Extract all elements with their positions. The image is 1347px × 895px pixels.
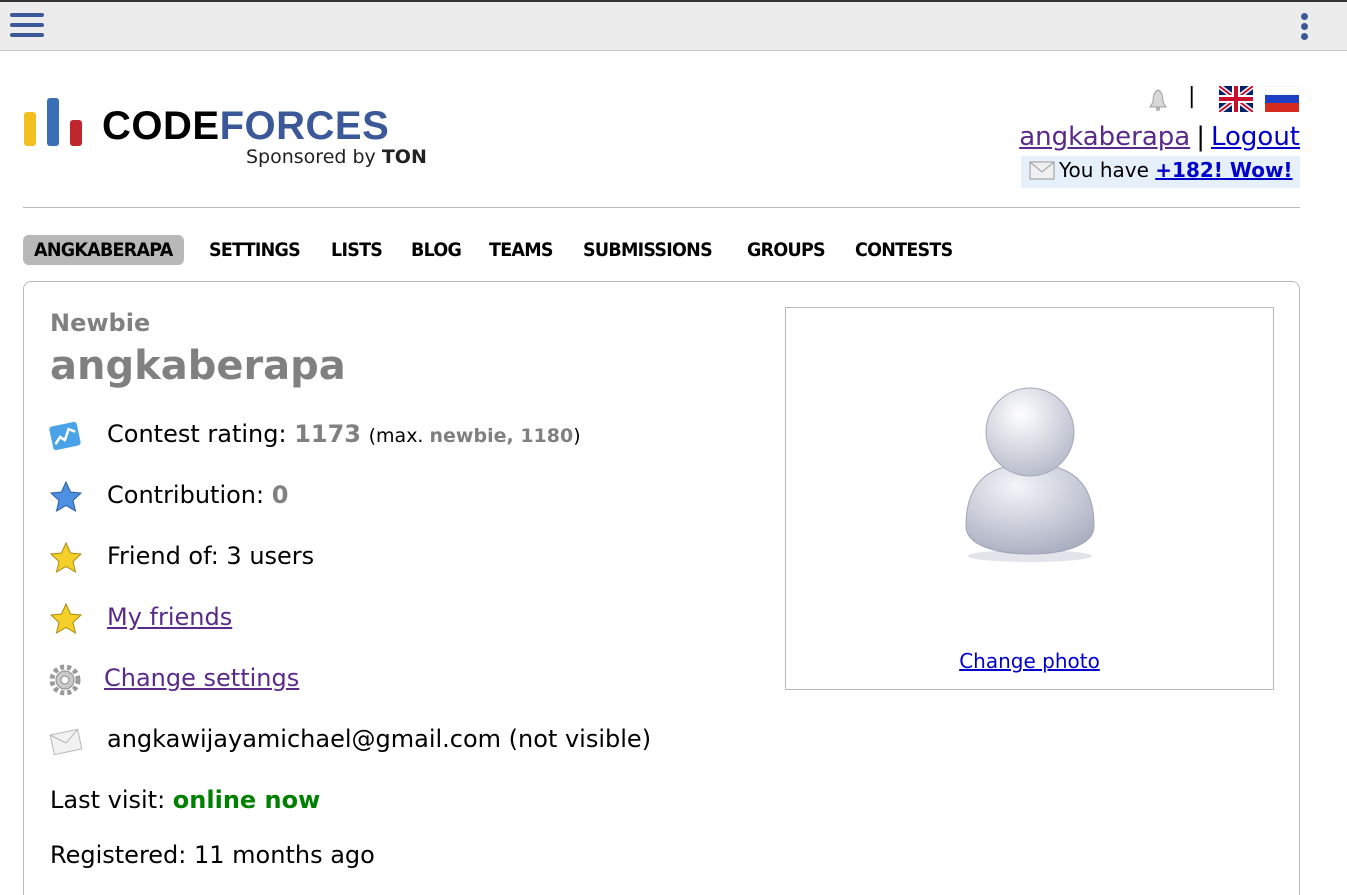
logo-bar-yellow bbox=[24, 112, 36, 146]
envelope-icon bbox=[1029, 161, 1055, 180]
logo-word-forces: FORCES bbox=[219, 104, 390, 148]
contribution-label: Contribution: bbox=[107, 481, 272, 509]
nav-tab-submissions[interactable]: SUBMISSIONS bbox=[572, 235, 723, 265]
friend-of-text: Friend of: 3 users bbox=[107, 542, 315, 570]
last-visit-row: Last visit: online now bbox=[50, 786, 320, 814]
contest-rating-row: Contest rating: 1173 (max. newbie, 1180) bbox=[48, 418, 748, 458]
change-settings-row: Change settings bbox=[48, 662, 748, 702]
nav-tab-lists[interactable]: LISTS bbox=[320, 235, 393, 265]
kebab-menu-icon[interactable] bbox=[1299, 13, 1309, 43]
username-link[interactable]: angkaberapa bbox=[1019, 122, 1190, 152]
my-friends-link[interactable]: My friends bbox=[107, 603, 232, 631]
sponsor-name: TON bbox=[381, 146, 427, 168]
notice-link[interactable]: +182! Wow! bbox=[1155, 158, 1292, 182]
profile-photo-box: Change photo bbox=[785, 307, 1274, 690]
user-handle: angkaberapa bbox=[50, 343, 346, 389]
change-photo-link[interactable]: Change photo bbox=[959, 649, 1100, 673]
rating-max-prefix: (max. bbox=[368, 425, 430, 447]
logo-word-code: CODE bbox=[102, 104, 220, 148]
rating-max-rank: newbie, 1180 bbox=[429, 425, 574, 447]
email-text: angkawijayamichael@gmail.com (not visibl… bbox=[107, 725, 652, 753]
friend-of-row: Friend of: 3 users bbox=[48, 540, 748, 580]
sponsor-text: Sponsored by TON bbox=[246, 146, 427, 168]
codeforces-logo[interactable]: CODEFORCES Sponsored by TON bbox=[24, 96, 444, 176]
nav-tab-angkaberapa[interactable]: ANGKABERAPA bbox=[23, 235, 184, 265]
nav-tab-settings[interactable]: SETTINGS bbox=[198, 235, 311, 265]
top-toolbar bbox=[0, 0, 1347, 51]
bell-icon[interactable] bbox=[1146, 88, 1170, 112]
language-separator: | bbox=[1188, 84, 1196, 109]
links-separator: | bbox=[1196, 122, 1205, 152]
email-row: angkawijayamichael@gmail.com (not visibl… bbox=[48, 723, 748, 763]
logout-link[interactable]: Logout bbox=[1211, 122, 1300, 152]
gear-icon bbox=[49, 664, 81, 696]
profile-nav: ANGKABERAPA SETTINGS LISTS BLOG TEAMS SU… bbox=[23, 235, 974, 265]
rating-graph-icon bbox=[49, 421, 81, 451]
blue-star-icon bbox=[49, 480, 83, 513]
last-visit-value: online now bbox=[172, 786, 321, 814]
nav-tab-contests[interactable]: CONTESTS bbox=[844, 235, 963, 265]
star-icon bbox=[49, 541, 83, 574]
logo-bar-red bbox=[70, 120, 82, 146]
russia-flag-icon[interactable] bbox=[1265, 86, 1299, 112]
last-visit-label: Last visit: bbox=[50, 786, 173, 814]
header-divider bbox=[23, 207, 1300, 208]
default-avatar-icon bbox=[965, 387, 1095, 562]
registered-text: Registered: 11 months ago bbox=[50, 841, 375, 869]
uk-flag-icon[interactable] bbox=[1219, 86, 1253, 112]
rating-label: Contest rating: bbox=[107, 420, 295, 448]
sponsor-prefix: Sponsored by bbox=[246, 146, 382, 168]
hamburger-menu-icon[interactable] bbox=[10, 13, 44, 41]
star-icon bbox=[49, 602, 83, 635]
contribution-value: 0 bbox=[271, 481, 289, 509]
language-bar: | bbox=[1146, 84, 1306, 114]
contribution-row: Contribution: 0 bbox=[48, 479, 748, 519]
notice-text: You have bbox=[1059, 158, 1156, 182]
my-friends-row: My friends bbox=[48, 601, 748, 641]
change-photo-container: Change photo bbox=[786, 649, 1273, 673]
change-settings-link[interactable]: Change settings bbox=[104, 664, 299, 692]
rating-max-suffix: ) bbox=[573, 425, 581, 447]
nav-tab-groups[interactable]: GROUPS bbox=[736, 235, 836, 265]
nav-tab-teams[interactable]: TEAMS bbox=[478, 235, 564, 265]
logo-wordmark: CODEFORCES bbox=[102, 102, 389, 150]
envelope-icon bbox=[49, 728, 83, 756]
user-rank: Newbie bbox=[50, 309, 151, 337]
rating-value: 1173 bbox=[294, 420, 361, 448]
user-links: angkaberapa | Logout bbox=[1019, 122, 1300, 152]
notification-banner: You have +182! Wow! bbox=[1021, 156, 1300, 188]
logo-bar-blue bbox=[47, 98, 59, 146]
nav-tab-blog[interactable]: BLOG bbox=[400, 235, 472, 265]
